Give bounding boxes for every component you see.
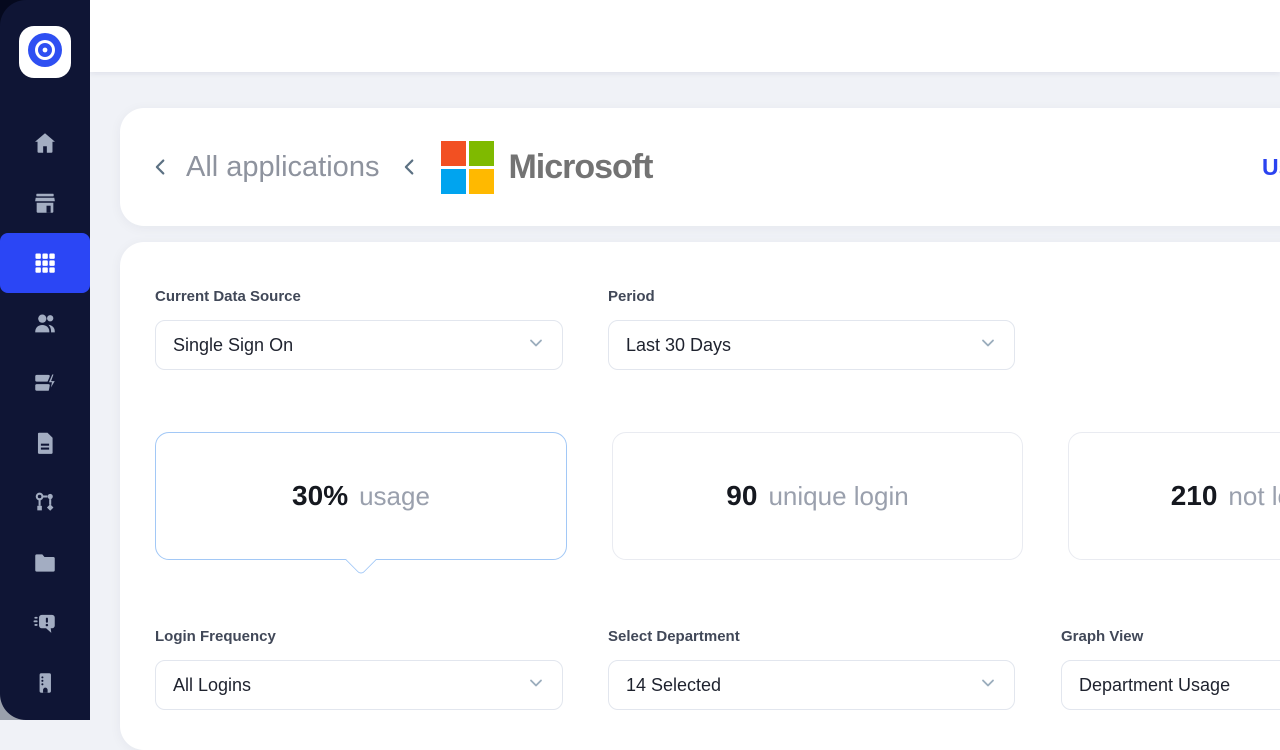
page-header-card: All applications Microsoft Usage (120, 108, 1280, 226)
home-icon (32, 130, 58, 156)
chevron-down-icon (526, 673, 546, 698)
stat-value: 210 (1171, 480, 1218, 512)
sidebar-item-organization[interactable] (0, 653, 90, 713)
stat-label: usage (359, 481, 430, 512)
login-frequency-label: Login Frequency (155, 628, 276, 645)
stat-card-not-logged-in[interactable]: 210 not logged in (1068, 432, 1280, 560)
select-department-dropdown[interactable]: 14 Selected (608, 660, 1015, 710)
period-label: Period (608, 288, 655, 305)
ms-square-red (441, 141, 466, 166)
sidebar-item-folders[interactable] (0, 533, 90, 593)
ms-square-green (469, 141, 494, 166)
sidebar-item-feedback[interactable] (0, 593, 90, 653)
data-source-label: Current Data Source (155, 288, 301, 305)
app-logo[interactable] (19, 26, 71, 78)
select-department-value: 14 Selected (626, 675, 721, 696)
graph-view-label: Graph View (1061, 628, 1143, 645)
target-logo-icon (26, 31, 64, 74)
select-department-label: Select Department (608, 628, 740, 645)
data-source-value: Single Sign On (173, 335, 293, 356)
stat-label: not logged in (1228, 481, 1280, 512)
login-frequency-value: All Logins (173, 675, 251, 696)
apps-grid-icon (32, 250, 58, 276)
sidebar-item-applications[interactable] (0, 233, 90, 293)
graph-view-value: Department Usage (1079, 675, 1230, 696)
sidebar-item-home[interactable] (0, 113, 90, 173)
microsoft-logo-icon (441, 141, 494, 194)
stat-label: unique login (768, 481, 908, 512)
stat-value: 90 (726, 480, 757, 512)
chevron-down-icon (978, 333, 998, 358)
breadcrumb-all-applications[interactable]: All applications (186, 151, 379, 184)
folder-icon (32, 550, 58, 576)
stat-value: 30% (292, 480, 348, 512)
storefront-icon (32, 190, 58, 216)
period-dropdown[interactable]: Last 30 Days (608, 320, 1015, 370)
breadcrumb-separator-chevron-icon (399, 156, 421, 178)
ms-square-blue (441, 169, 466, 194)
usage-link[interactable]: Usage (1262, 108, 1280, 226)
graph-view-dropdown[interactable]: Department Usage (1061, 660, 1280, 710)
sidebar-item-documents[interactable] (0, 413, 90, 473)
sidebar-item-storefront[interactable] (0, 173, 90, 233)
selected-card-pointer (345, 544, 376, 575)
period-value: Last 30 Days (626, 335, 731, 356)
stat-card-usage[interactable]: 30% usage (155, 432, 567, 560)
workflow-icon (32, 490, 58, 516)
building-icon (32, 670, 58, 696)
sidebar-item-workflows[interactable] (0, 473, 90, 533)
data-server-bolt-icon (32, 370, 58, 396)
sidebar (0, 0, 90, 720)
main-content-card: Current Data Source Period Single Sign O… (120, 242, 1280, 750)
stat-content: 30% usage (292, 480, 430, 512)
stat-card-unique-login[interactable]: 90 unique login (612, 432, 1023, 560)
document-icon (32, 430, 58, 456)
application-title: Microsoft (508, 148, 652, 187)
sidebar-item-data-sources[interactable] (0, 353, 90, 413)
users-icon (32, 310, 58, 336)
data-source-dropdown[interactable]: Single Sign On (155, 320, 563, 370)
chevron-down-icon (978, 673, 998, 698)
stat-content: 210 not logged in (1171, 480, 1280, 512)
back-chevron-icon[interactable] (150, 156, 172, 178)
login-frequency-dropdown[interactable]: All Logins (155, 660, 563, 710)
stat-content: 90 unique login (726, 480, 908, 512)
ms-square-yellow (469, 169, 494, 194)
sidebar-item-users[interactable] (0, 293, 90, 353)
top-white-bar (90, 0, 1280, 72)
chevron-down-icon (526, 333, 546, 358)
feedback-alert-icon (32, 610, 58, 636)
sidebar-nav (0, 113, 90, 713)
